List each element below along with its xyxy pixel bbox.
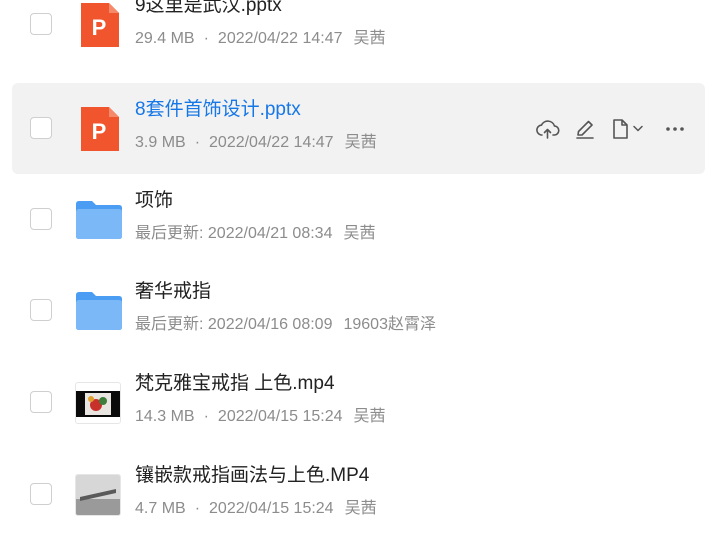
file-owner: 吴茜 [353,408,386,425]
svg-text:P: P [92,15,107,40]
file-owner: 吴茜 [344,500,377,517]
folder-row[interactable]: 奢华戒指 最后更新: 2022/04/16 08:09 19603赵霄泽 [12,265,705,356]
file-meta: 最后更新: 2022/04/16 08:09 19603赵霄泽 [135,310,436,334]
file-size: 4.7 MB [135,500,186,517]
file-list: P 9这里是武汉.pptx 29.4 MB · 2022/04/22 14:47 吴茜… [0,0,720,517]
file-date: 2022/04/22 14:47 [217,30,343,47]
row-checkbox[interactable] [30,483,52,505]
file-date: 2022/04/16 08:09 [207,316,333,333]
file-row[interactable]: 镶嵌款戒指画法与上色.MP4 4.7 MB · 2022/04/15 15:24 吴茜 [12,449,705,540]
file-meta: 29.4 MB · 2022/04/22 14:47 吴茜 [135,24,386,48]
file-date: 2022/04/15 15:24 [209,500,334,517]
file-meta: 14.3 MB · 2022/04/15 15:24 吴茜 [135,402,386,426]
folder-name[interactable]: 项饰 [135,185,173,212]
more-icon[interactable] [663,117,687,141]
file-meta: 3.9 MB · 2022/04/22 14:47 吴茜 [135,128,377,152]
file-row[interactable]: 梵克雅宝戒指 上色.mp4 14.3 MB · 2022/04/15 15:24 吴茜 [12,357,705,448]
edit-icon[interactable] [573,117,597,141]
file-owner: 吴茜 [344,134,377,151]
meta-separator: · [203,30,209,47]
row-checkbox[interactable] [30,391,52,413]
last-updated-label: 最后更新: [135,225,204,242]
file-date: 2022/04/15 15:24 [217,408,343,425]
cloud-upload-icon[interactable] [535,117,561,141]
row-checkbox[interactable] [30,117,52,139]
file-meta: 4.7 MB · 2022/04/15 15:24 吴茜 [135,494,377,518]
file-menu-icon[interactable] [610,117,630,141]
file-row-hovered[interactable]: P 8套件首饰设计.pptx 3.9 MB · 2022/04/22 14:47 吴茜 [12,83,705,174]
pptx-file-icon: P [81,107,119,151]
file-name[interactable]: 9这里是武汉.pptx [135,0,282,17]
chevron-down-icon[interactable] [632,117,644,141]
file-owner: 吴茜 [353,30,386,47]
file-row[interactable]: P 9这里是武汉.pptx 29.4 MB · 2022/04/22 14:47 吴茜 [12,0,705,70]
row-checkbox[interactable] [30,299,52,321]
video-frame-image [76,391,120,417]
folder-icon [76,201,122,239]
video-thumbnail [75,474,121,516]
file-date: 2022/04/22 14:47 [209,134,334,151]
meta-separator: · [194,134,201,151]
row-checkbox[interactable] [30,13,52,35]
file-owner: 吴茜 [343,225,376,242]
meta-separator: · [203,408,209,425]
file-name[interactable]: 镶嵌款戒指画法与上色.MP4 [135,460,369,487]
video-thumbnail [75,382,121,424]
folder-name[interactable]: 奢华戒指 [135,276,211,303]
file-size: 14.3 MB [135,408,195,425]
file-date: 2022/04/21 08:34 [207,225,333,242]
meta-separator: · [194,500,201,517]
svg-text:P: P [92,119,107,144]
file-owner: 19603赵霄泽 [343,316,436,333]
folder-icon [76,292,122,330]
last-updated-label: 最后更新: [135,316,204,333]
file-name[interactable]: 梵克雅宝戒指 上色.mp4 [135,368,335,395]
pptx-file-icon: P [81,3,119,47]
file-name[interactable]: 8套件首饰设计.pptx [135,94,301,121]
file-size: 3.9 MB [135,134,186,151]
video-frame-image [76,475,120,515]
row-checkbox[interactable] [30,208,52,230]
file-size: 29.4 MB [135,30,195,47]
folder-row[interactable]: 项饰 最后更新: 2022/04/21 08:34 吴茜 [12,174,705,265]
file-meta: 最后更新: 2022/04/21 08:34 吴茜 [135,219,375,243]
